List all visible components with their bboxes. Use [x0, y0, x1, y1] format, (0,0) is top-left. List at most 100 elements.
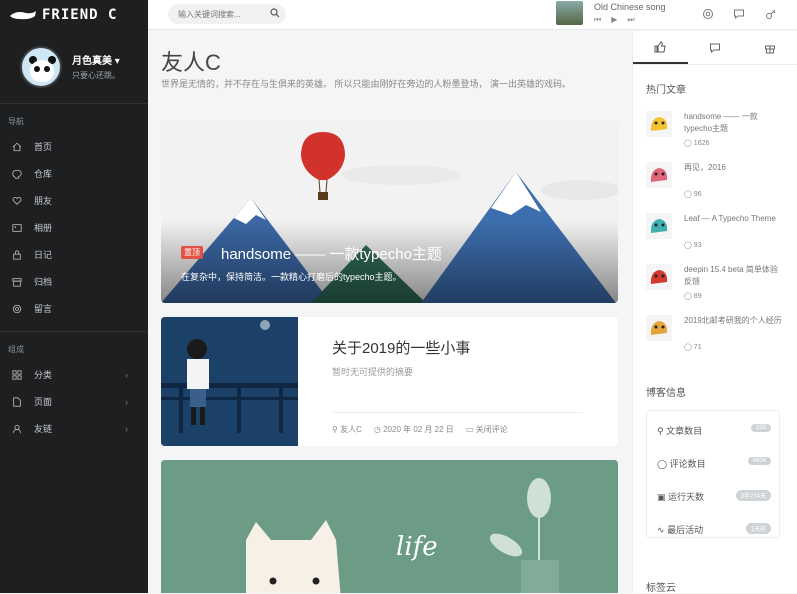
comment-icon: ◯	[684, 242, 692, 249]
stat-row: ∿ 最后活动	[657, 523, 703, 536]
song-title: Old Chinese song	[594, 2, 666, 12]
nav-list: 首页仓库朋友相册日记归档 留言	[0, 133, 148, 322]
hot-post-count: 89	[693, 293, 702, 300]
profile[interactable]: 月色真美 ▾ 只要心还跳。	[0, 30, 148, 104]
prev-track-icon[interactable]: ⏮	[594, 15, 601, 25]
nav-item-label: 相册	[34, 223, 53, 233]
group-list: 分类 › 页面 › 友链 ›	[0, 361, 148, 442]
file-icon	[13, 396, 21, 407]
nav-item-0[interactable]: 首页	[0, 133, 148, 160]
lock-icon	[13, 249, 21, 260]
hot-post-item[interactable]: 2019北邮考研我的个人经历 ◯ 71	[646, 315, 796, 363]
theme-icon[interactable]	[702, 8, 714, 20]
stat-row: ▣ 运行天数	[657, 490, 704, 503]
post-thumbnail[interactable]	[161, 317, 298, 446]
nav-item-4[interactable]: 日记	[0, 241, 148, 268]
hot-post-title[interactable]: Leaf — A Typecho Theme	[684, 213, 784, 225]
archive-icon	[12, 277, 22, 287]
featured-post-desc: 在复杂中，保持简洁。一款精心打磨后的typecho主题。	[181, 272, 402, 282]
post-author[interactable]: ⚲ 友人C	[332, 424, 362, 435]
tag-cloud-heading: 标签云	[646, 583, 676, 594]
comment-icon	[710, 43, 720, 53]
nav-item-label: 页面	[34, 397, 53, 407]
whale-logo-icon	[10, 11, 36, 20]
nav-item-label: 日记	[34, 250, 53, 260]
pinned-badge: 置顶	[181, 246, 203, 259]
blog-info-heading: 博客信息	[646, 388, 686, 399]
avatar[interactable]	[20, 45, 62, 88]
hot-post-item[interactable]: 再见，2016 ◯ 96	[646, 162, 796, 210]
featured-post-card[interactable]: 置顶 handsome —— 一款typecho主题 在复杂中，保持简洁。一款精…	[161, 120, 618, 303]
section-group-heading: 组成	[8, 345, 24, 354]
hot-post-item[interactable]: Leaf — A Typecho Theme ◯ 93	[646, 213, 796, 261]
post-excerpt: 暂时无可提供的摘要	[332, 367, 414, 377]
nav-item-1[interactable]: 页面 ›	[0, 388, 148, 415]
hot-post-thumbnail[interactable]	[646, 213, 672, 239]
key-icon[interactable]	[765, 8, 777, 20]
image-icon	[12, 223, 22, 232]
hot-post-title[interactable]: handsome —— 一款typecho主题	[684, 111, 784, 135]
blog-stats: ⚲ 文章数目 233 ◯ 评论数目 6604 ▣ 运行天数 3年274天 ∿ 最后活动 1天前	[646, 410, 780, 538]
stat-icon: ⚲	[657, 426, 664, 436]
stat-label: 评论数目	[669, 459, 706, 469]
section-nav-heading: 导航	[8, 117, 24, 126]
message-icon[interactable]	[733, 8, 745, 20]
hot-post-item[interactable]: handsome —— 一款typecho主题 ◯ 1626	[646, 111, 796, 159]
search-icon[interactable]	[270, 8, 280, 18]
nav-item-2[interactable]: 朋友	[0, 187, 148, 214]
hot-post-title[interactable]: deepin 15.4 beta 简单体验反馈	[684, 264, 784, 288]
hot-posts-heading: 热门文章	[646, 85, 686, 96]
hot-post-title[interactable]: 2019北邮考研我的个人经历	[684, 315, 784, 327]
nav-item-0[interactable]: 分类 ›	[0, 361, 148, 388]
hot-post-thumbnail[interactable]	[646, 315, 672, 341]
comment-icon: ◯	[684, 293, 692, 300]
logo[interactable]: FRIEND C	[0, 0, 148, 30]
post-card-life[interactable]: life	[161, 460, 618, 593]
nav-item-3[interactable]: 相册	[0, 214, 148, 241]
search-input[interactable]	[168, 4, 286, 24]
stat-value: 3年274天	[735, 490, 771, 501]
comment-icon: ◯	[684, 140, 692, 147]
cat-plant-illustration	[161, 460, 618, 593]
stat-row: ⚲ 文章数目	[657, 424, 702, 437]
profile-name: 月色真美	[72, 56, 112, 67]
nav-item-6[interactable]: 留言	[0, 295, 148, 322]
stat-value: 6604	[747, 457, 771, 465]
hot-post-count: 71	[693, 344, 702, 351]
grid-icon	[12, 369, 22, 380]
nav-item-label: 分类	[34, 370, 53, 380]
album-cover[interactable]	[556, 1, 583, 25]
thumbs-up-icon	[654, 40, 666, 52]
profile-caret-icon[interactable]: ▾	[115, 56, 120, 67]
chevron-right-icon: ›	[125, 423, 128, 434]
chevron-right-icon: ›	[125, 369, 128, 380]
github-icon	[12, 169, 22, 179]
nav-item-2[interactable]: 友链 ›	[0, 415, 148, 442]
play-icon[interactable]: ▶	[611, 15, 617, 25]
nav-item-5[interactable]: 归档	[0, 268, 148, 295]
featured-post-title[interactable]: handsome —— 一款typecho主题	[221, 243, 442, 264]
post-comments[interactable]: ▭ 关闭评论	[466, 424, 508, 435]
stat-value: 233	[750, 424, 771, 432]
clock-icon: ◷	[373, 425, 381, 434]
hot-post-thumbnail[interactable]	[646, 111, 672, 137]
life-text: life	[396, 532, 438, 562]
logo-text: FRIEND C	[42, 7, 118, 23]
hot-post-thumbnail[interactable]	[646, 264, 672, 290]
hot-post-thumbnail[interactable]	[646, 162, 672, 188]
hot-post-count: 1626	[693, 140, 710, 147]
tab-hot[interactable]	[633, 31, 688, 64]
stat-icon: ∿	[657, 525, 665, 535]
post-card[interactable]: 关于2019的一些小事 暂时无可提供的摘要 ⚲ 友人C ◷ 2020 年 02 …	[161, 317, 618, 446]
hot-post-item[interactable]: deepin 15.4 beta 简单体验反馈 ◯ 89	[646, 264, 796, 312]
stat-icon: ◯	[657, 459, 668, 469]
nav-item-label: 仓库	[34, 169, 53, 179]
next-track-icon[interactable]: ⏭	[627, 15, 634, 25]
tab-comments[interactable]	[688, 31, 743, 64]
hot-post-title[interactable]: 再见，2016	[684, 162, 784, 174]
page-title: 友人C	[161, 50, 221, 75]
nav-item-1[interactable]: 仓库	[0, 160, 148, 187]
hot-post-count: 93	[693, 242, 702, 249]
tab-random[interactable]	[742, 31, 797, 64]
post-title[interactable]: 关于2019的一些小事	[332, 337, 470, 358]
